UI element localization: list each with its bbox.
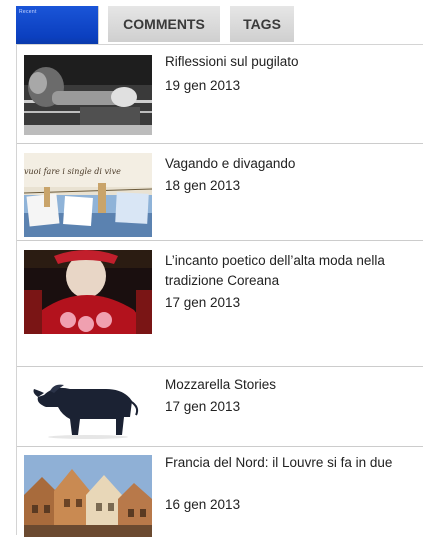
post-thumbnail-clothesline[interactable]: vuoi fare i single di vive: [24, 153, 152, 237]
list-item[interactable]: Riflessioni sul pugilato 19 gen 2013: [17, 44, 423, 144]
tab-recent[interactable]: Recent: [16, 6, 99, 45]
thumb-caption: vuoi fare i single di vive: [24, 167, 121, 176]
post-thumbnail-old-houses[interactable]: [24, 455, 152, 537]
post-date: 16 gen 2013: [165, 497, 241, 512]
post-title[interactable]: Mozzarella Stories: [165, 375, 403, 395]
list-item[interactable]: Francia del Nord: il Louvre si fa in due…: [17, 447, 423, 537]
tab-comments[interactable]: COMMENTS: [108, 6, 220, 42]
post-thumbnail-buffalo[interactable]: [24, 371, 152, 439]
list-item[interactable]: Mozzarella Stories 17 gen 2013: [17, 367, 423, 447]
post-title[interactable]: Riflessioni sul pugilato: [165, 52, 403, 72]
post-date: 19 gen 2013: [165, 78, 241, 93]
tab-recent-label: Recent: [19, 9, 37, 15]
post-title[interactable]: Francia del Nord: il Louvre si fa in due: [165, 453, 403, 473]
post-date: 17 gen 2013: [165, 295, 241, 310]
post-date: 18 gen 2013: [165, 178, 241, 193]
list-item[interactable]: vuoi fare i single di vive Vagando e div…: [17, 144, 423, 241]
post-thumbnail-korean-dress[interactable]: [24, 250, 152, 334]
post-date: 17 gen 2013: [165, 399, 241, 414]
recent-posts-panel: Riflessioni sul pugilato 19 gen 2013 vuo…: [16, 44, 423, 537]
tab-tags[interactable]: TAGS: [230, 6, 294, 42]
post-thumbnail-boxing[interactable]: [24, 55, 152, 135]
post-title[interactable]: Vagando e divagando: [165, 154, 403, 174]
post-title[interactable]: L’incanto poetico dell’alta moda nella t…: [165, 251, 403, 291]
list-item[interactable]: L’incanto poetico dell’alta moda nella t…: [17, 241, 423, 367]
post-list: Riflessioni sul pugilato 19 gen 2013 vuo…: [17, 44, 423, 537]
tab-bar: Recent COMMENTS TAGS: [0, 0, 423, 45]
